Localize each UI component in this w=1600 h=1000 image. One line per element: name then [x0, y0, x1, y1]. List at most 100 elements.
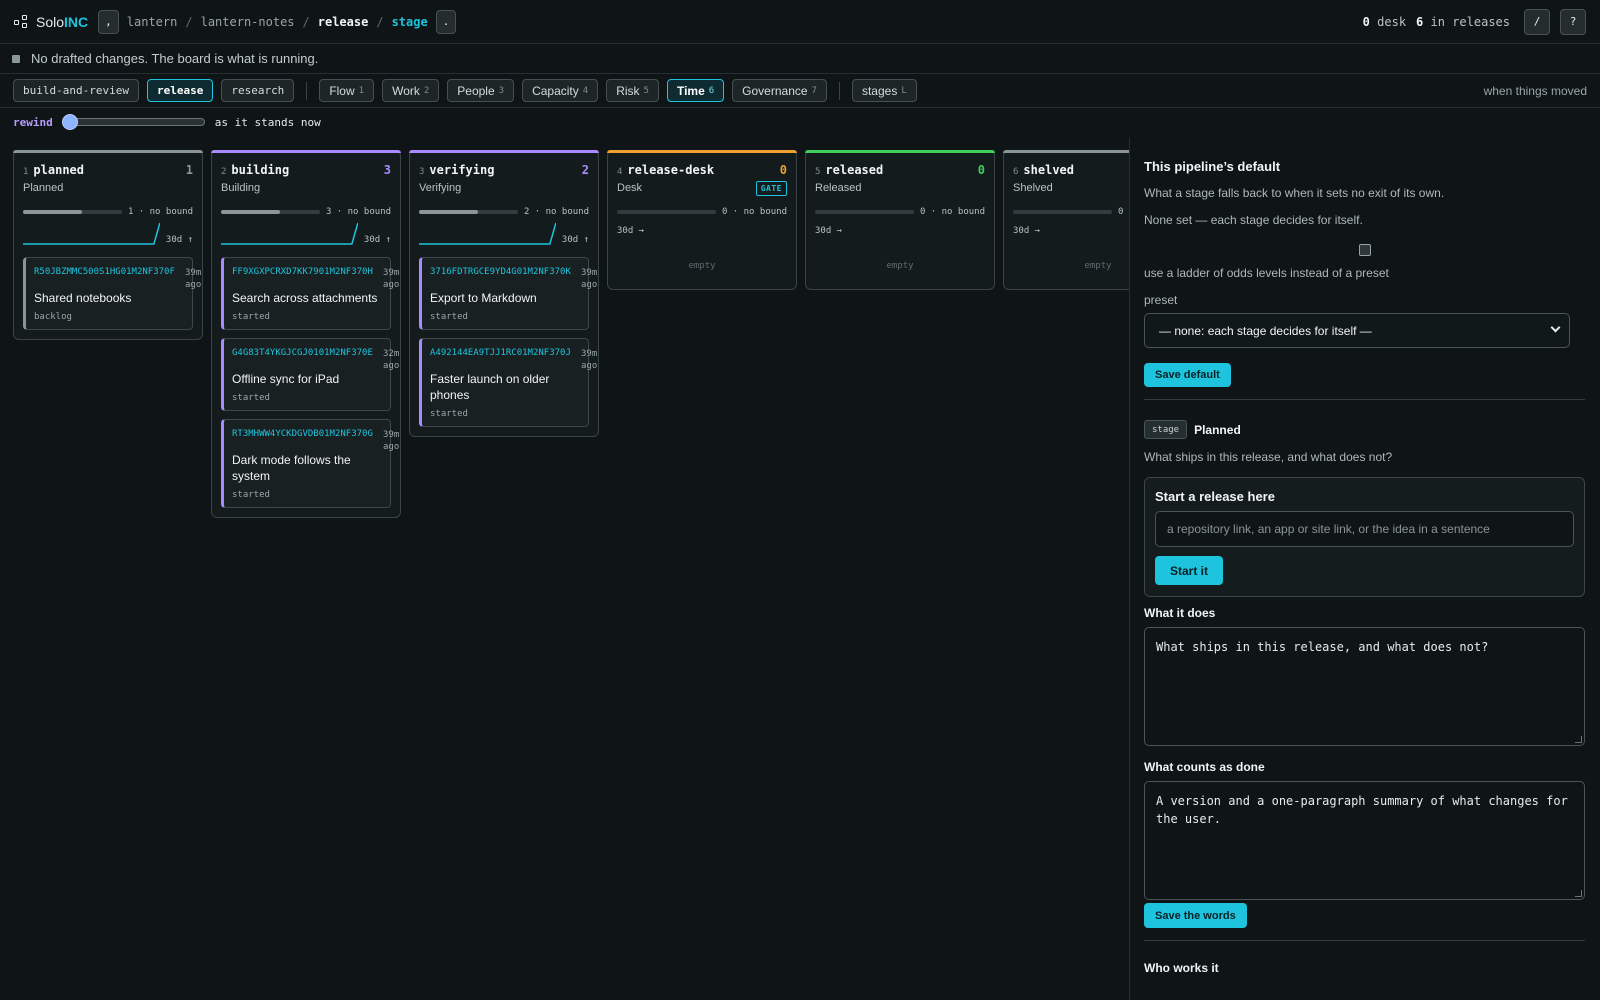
breadcrumb-org[interactable]: lantern	[127, 15, 178, 29]
preset-value: — none: each stage decides for itself —	[1159, 323, 1372, 338]
divider	[838, 81, 840, 100]
stage-name[interactable]: building	[231, 163, 289, 177]
pipeline-tab-release[interactable]: release	[146, 79, 214, 102]
card-id[interactable]: G4G83T4YKGJCGJ0101M2NF370E	[232, 348, 381, 358]
breadcrumb: lantern / lantern-notes / release / stag…	[127, 9, 457, 34]
card-title: Dark mode follows the system	[232, 453, 351, 483]
card-id[interactable]: FF9XGXPCRXD7KK7901M2NF370H	[232, 267, 381, 277]
lens-governance[interactable]: Governance 7	[732, 79, 827, 102]
prev-key-button[interactable]: ,	[98, 9, 119, 34]
lens-shortcut: 5	[643, 85, 649, 96]
work-card[interactable]: 3716FDTRGCE9YD4G01M2NF370K 39m ago Expor…	[419, 257, 597, 330]
stage-name[interactable]: released	[825, 163, 883, 177]
save-default-button[interactable]: Save default	[1144, 363, 1231, 387]
card-title: Shared notebooks	[34, 291, 132, 305]
brand-suffix: INC	[64, 13, 89, 30]
wip-text: 0 · no bound	[721, 207, 787, 217]
stage-column-planned: 1 planned 1 Planned 1 · no bound 30d ↑ R50…	[13, 150, 203, 340]
lens-shortcut: 4	[582, 85, 589, 96]
trend-sparkline	[23, 222, 160, 245]
stage-name[interactable]: planned	[33, 163, 84, 177]
work-card[interactable]: RT3MHWW4YCKDGVDB01M2NF370G 39m ago Dark …	[221, 419, 399, 508]
next-key-button[interactable]: .	[435, 9, 457, 34]
pipeline-tab-build-and-review[interactable]: build-and-review	[13, 79, 139, 102]
stage-label: Planned	[23, 182, 64, 194]
card-id[interactable]: RT3MHWW4YCKDGVDB01M2NF370G	[232, 429, 381, 439]
wip-text: 1 · no bound	[127, 207, 193, 217]
breadcrumb-pipeline[interactable]: release	[318, 15, 369, 29]
lens-work[interactable]: Work 2	[382, 79, 440, 102]
done-criteria-value: A version and a one-paragraph summary of…	[1156, 794, 1568, 826]
stage-name[interactable]: shelved	[1023, 163, 1074, 177]
work-card[interactable]: R50JBZMMC500S1HG01M2NF370F 39m ago Share…	[23, 257, 201, 330]
stages-shortcut: L	[901, 85, 907, 96]
card-title: Search across attachments	[232, 291, 378, 305]
pipeline-tab-research[interactable]: research	[221, 79, 295, 102]
stages-toggle[interactable]: stages L	[851, 79, 917, 102]
done-criteria-field[interactable]: A version and a one-paragraph summary of…	[1144, 781, 1585, 900]
lens-label: Risk	[616, 83, 640, 98]
divider	[1144, 399, 1585, 400]
lens-risk[interactable]: Risk 5	[606, 79, 659, 102]
stage-column-release-desk: 4 release-desk 0 Desk GATE 0 · no bound 30d…	[607, 150, 797, 290]
stage-count: 0	[779, 163, 787, 177]
desk-status: 0 desk	[1363, 15, 1406, 29]
breadcrumb-project[interactable]: lantern-notes	[201, 15, 295, 29]
card-id[interactable]: 3716FDTRGCE9YD4G01M2NF370K	[430, 267, 579, 277]
brand[interactable]: SoloINC	[14, 14, 88, 30]
trend-sparkline	[419, 222, 556, 245]
wip-fill	[419, 210, 479, 214]
wip-text: 3 · no bound	[325, 207, 391, 217]
card-id[interactable]: R50JBZMMC500S1HG01M2NF370F	[34, 267, 183, 277]
resize-handle-icon[interactable]	[1575, 736, 1582, 743]
card-id[interactable]: A492144EA9TJJ1RC01M2NF370J	[430, 348, 579, 358]
start-release-box: Start a release here a repository link, …	[1144, 477, 1585, 597]
stage-label: Desk	[617, 182, 643, 194]
what-it-does-field[interactable]: What ships in this release, and what doe…	[1144, 627, 1585, 746]
filters-caption: when things moved	[1483, 83, 1587, 98]
rewind-slider[interactable]	[61, 114, 205, 130]
what-it-does-value: What ships in this release, and what doe…	[1156, 640, 1489, 654]
column-accent	[13, 150, 203, 153]
ladder-checkbox[interactable]	[1358, 244, 1371, 256]
work-card[interactable]: G4G83T4YKGJCGJ0101M2NF370E 32m ago Offli…	[221, 338, 399, 411]
stage-index: 6	[1013, 167, 1019, 177]
draft-notice: No drafted changes. The board is what is…	[0, 44, 1600, 74]
start-release-input[interactable]: a repository link, an app or site link, …	[1155, 511, 1574, 547]
stage-column-released: 5 released 0 Released 0 · no bound 30d → e…	[805, 150, 995, 290]
lens-time[interactable]: Time 6	[666, 79, 725, 102]
preset-select[interactable]: — none: each stage decides for itself —	[1144, 313, 1570, 348]
resize-handle-icon[interactable]	[1575, 890, 1582, 897]
lens-shortcut: 6	[708, 85, 715, 96]
trend-label: 30d ↑	[561, 235, 589, 245]
card-age: 39m ago	[383, 268, 400, 290]
stage-index: 1	[23, 167, 29, 177]
command-button[interactable]: /	[1524, 8, 1550, 35]
lens-flow[interactable]: Flow 1	[319, 79, 375, 102]
wip-bar	[617, 210, 716, 214]
work-card[interactable]: A492144EA9TJJ1RC01M2NF370J 39m ago Faste…	[419, 338, 597, 427]
start-it-button[interactable]: Start it	[1155, 556, 1224, 585]
stage-name[interactable]: verifying	[429, 163, 494, 177]
lens-people[interactable]: People 3	[447, 79, 515, 102]
lens-label: Time	[676, 83, 705, 98]
trend-label: 30d ↑	[165, 235, 193, 245]
lens-label: Capacity	[532, 83, 579, 98]
wip-text: 0 · no bound	[1117, 207, 1129, 217]
breadcrumb-view[interactable]: stage	[392, 15, 428, 29]
wip-bar	[419, 210, 518, 214]
card-state: started	[232, 312, 270, 322]
lens-label: Governance	[742, 83, 808, 98]
wip-bar	[221, 210, 320, 214]
help-button[interactable]: ?	[1560, 8, 1586, 35]
work-card[interactable]: FF9XGXPCRXD7KK7901M2NF370H 39m ago Searc…	[221, 257, 399, 330]
wip-bar	[815, 210, 914, 214]
divider	[1144, 940, 1585, 941]
save-words-button[interactable]: Save the words	[1144, 903, 1247, 928]
lens-capacity[interactable]: Capacity 4	[522, 79, 599, 102]
card-state: backlog	[34, 312, 72, 322]
stage-name[interactable]: release-desk	[627, 163, 714, 177]
who-works-it-label: Who works it	[1144, 961, 1219, 975]
stage-count: 3	[383, 163, 391, 177]
rewind-slider-handle[interactable]	[61, 114, 78, 130]
